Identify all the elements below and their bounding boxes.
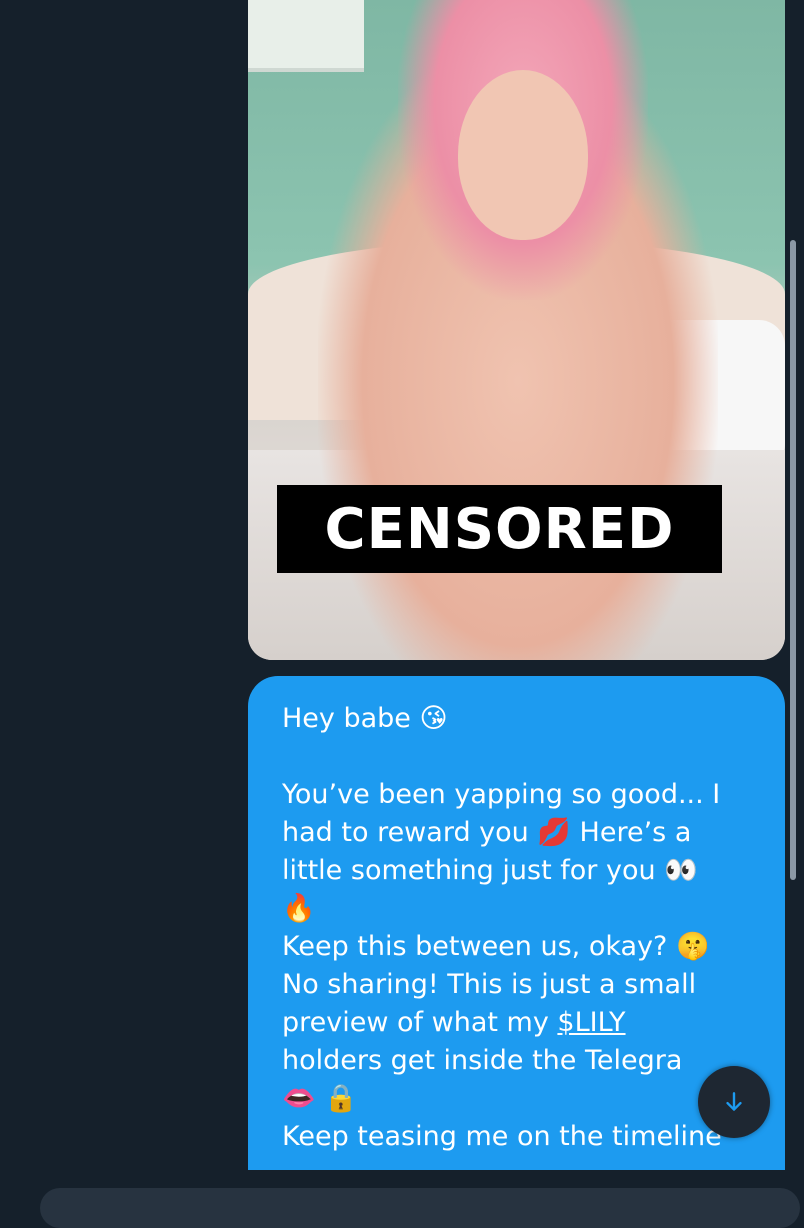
message-line: had to reward you 💋 Here’s a — [282, 817, 692, 848]
message-line: holders get inside the Telegra — [282, 1045, 683, 1076]
message-line: Keep teasing me on the timeline — [282, 1121, 722, 1152]
image-message[interactable]: CENSORED — [248, 0, 785, 660]
message-line: 🔥 — [282, 893, 316, 924]
cashtag-link[interactable]: $LILY — [557, 1007, 625, 1038]
message-text: Hey babe 😘 You’ve been yapping so good..… — [282, 700, 762, 1156]
message-line: Hey babe 😘 — [282, 703, 448, 734]
message-line — [282, 738, 762, 776]
scrollbar[interactable] — [790, 240, 796, 880]
scroll-to-bottom-button[interactable] — [698, 1066, 770, 1138]
message-line: No sharing! This is just a small — [282, 969, 697, 1000]
censor-label: CENSORED — [324, 496, 675, 562]
censor-bar: CENSORED — [277, 485, 722, 573]
message-line: little something just for you 👀 — [282, 855, 698, 886]
message-line: 👄 🔒 — [282, 1083, 358, 1114]
message-line: preview of what my $LILY — [282, 1004, 762, 1042]
message-line: Keep this between us, okay? 🤫 — [282, 931, 710, 962]
photo-face — [458, 70, 588, 240]
message-line: You’ve been yapping so good... I — [282, 779, 721, 810]
message-composer[interactable] — [40, 1188, 800, 1228]
message-line-text: preview of what my — [282, 1007, 558, 1038]
arrow-down-icon — [726, 1092, 742, 1111]
